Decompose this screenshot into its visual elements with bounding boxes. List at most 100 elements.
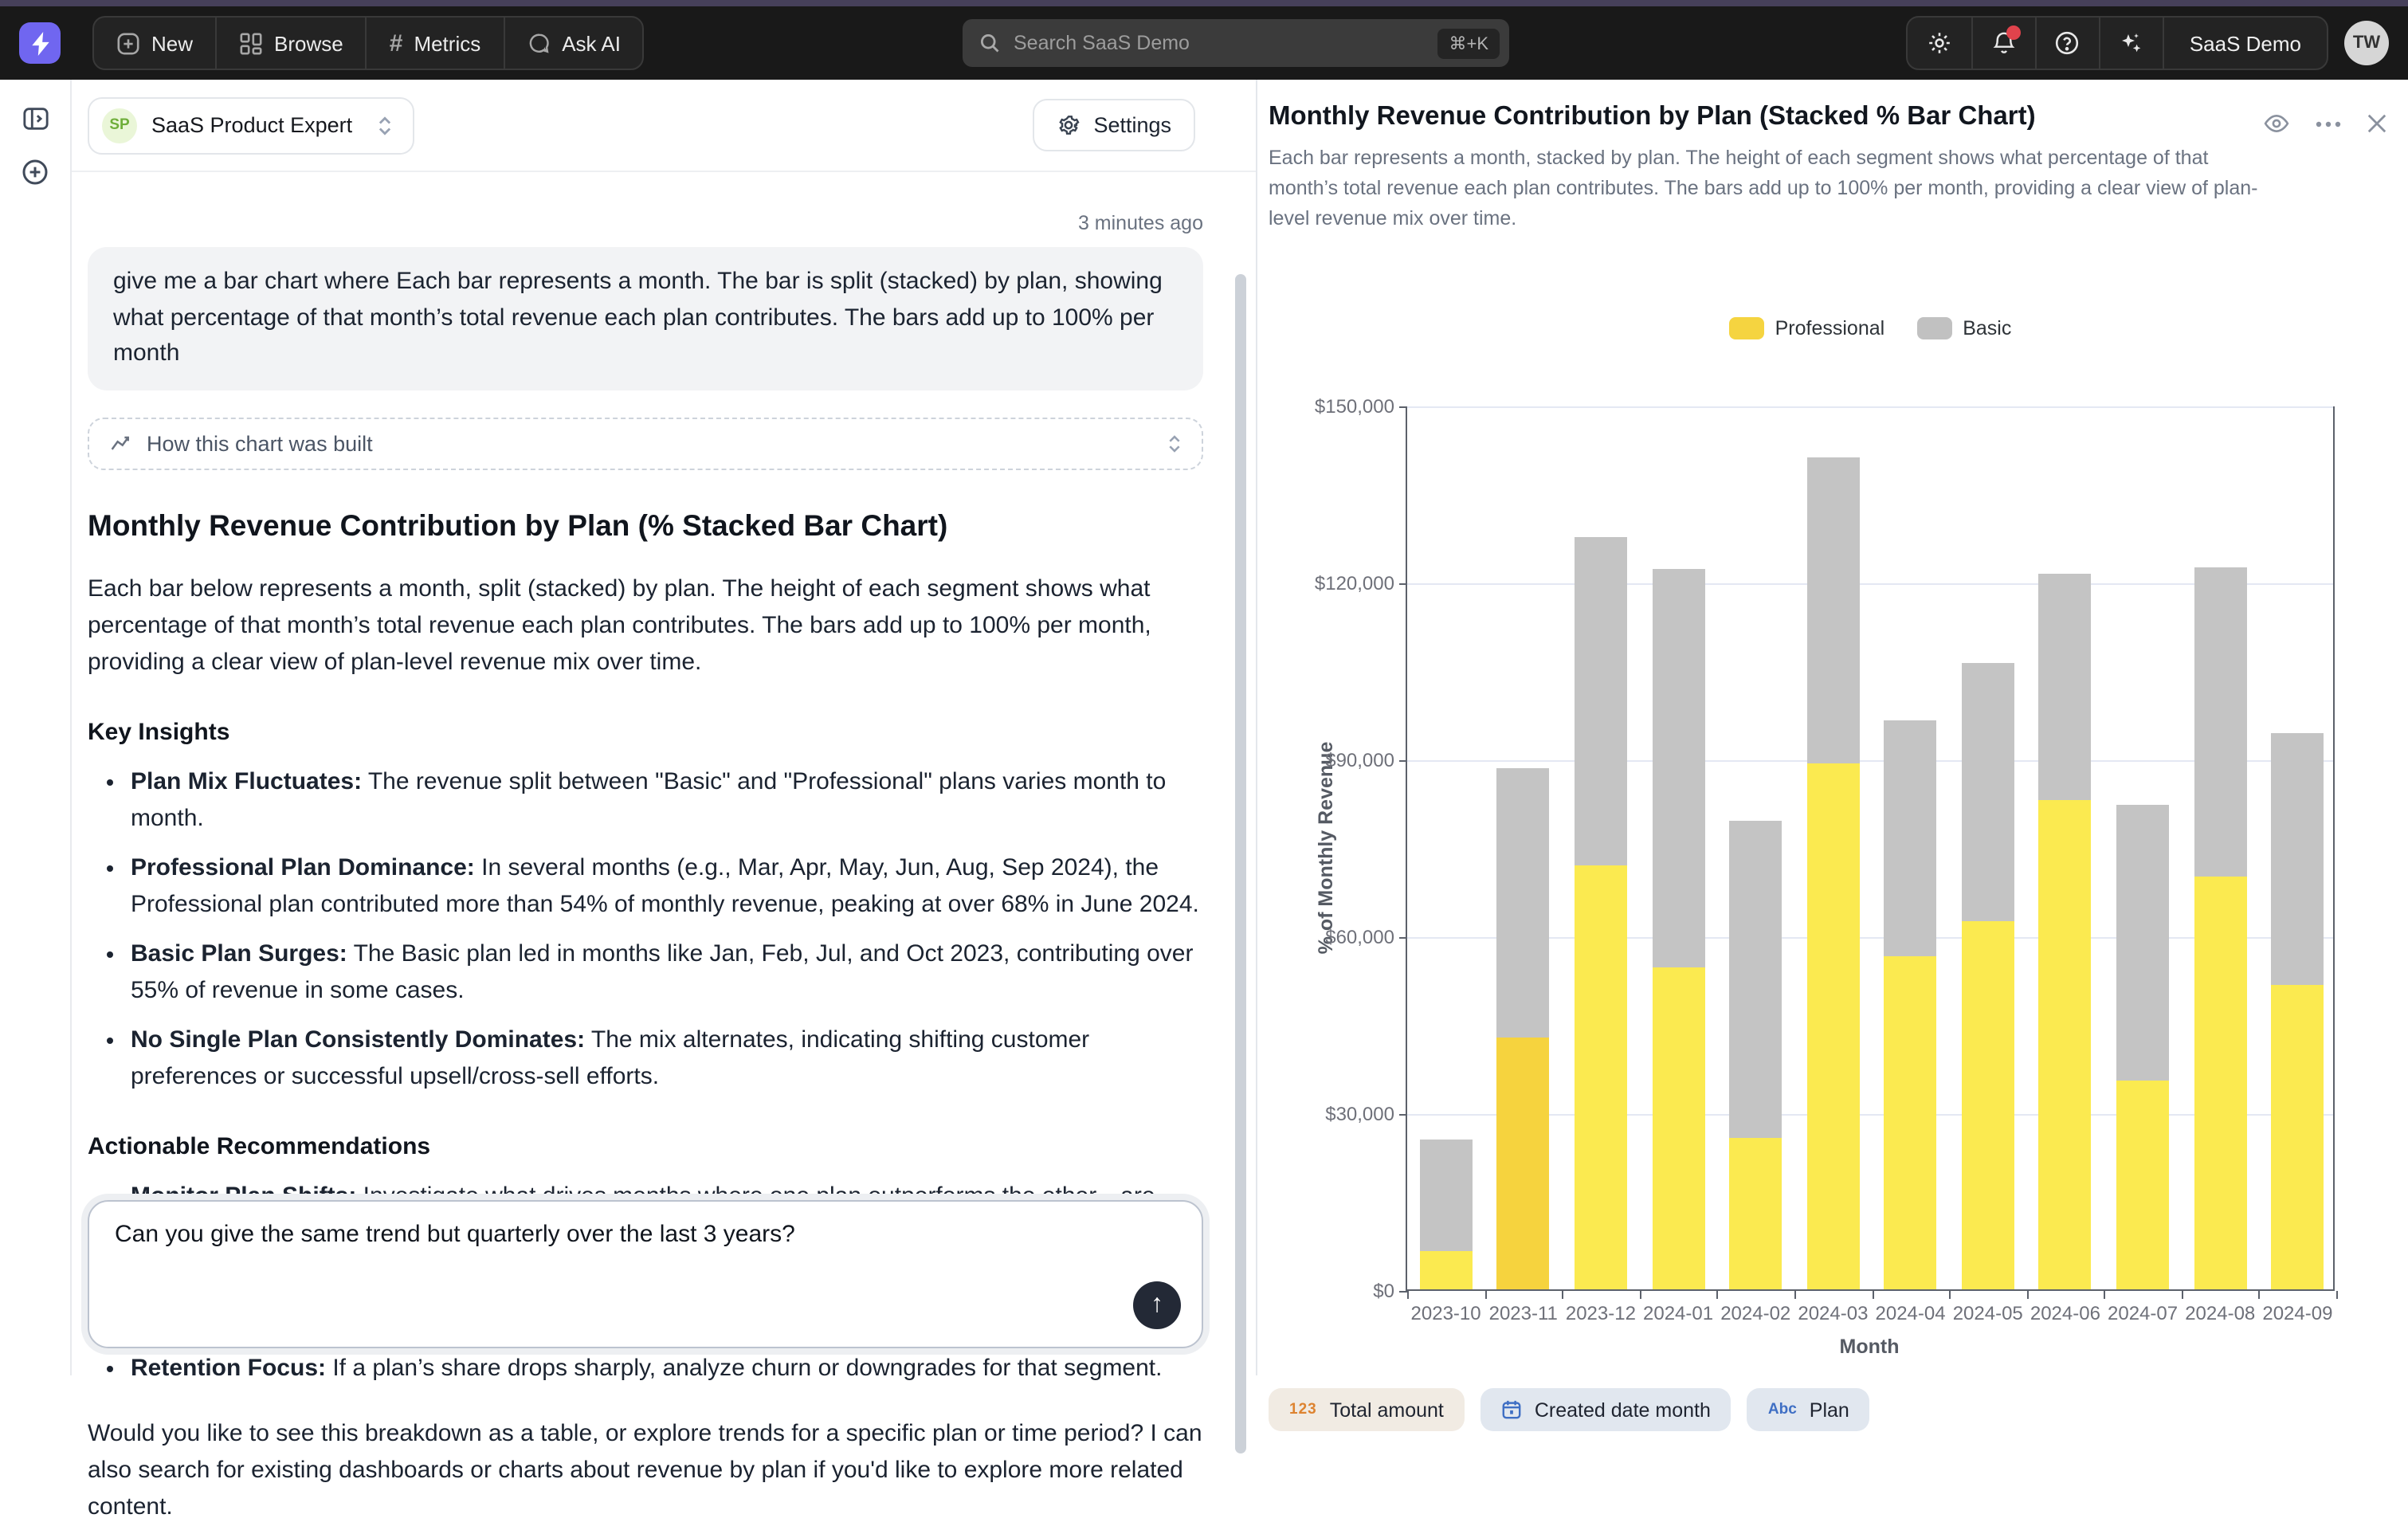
stacked-bar-2024-08[interactable] <box>2194 567 2246 1289</box>
bar-segment-basic[interactable] <box>2271 732 2324 985</box>
legend-label: Basic <box>1963 317 2011 339</box>
bar-segment-professional[interactable] <box>1884 956 1937 1289</box>
nav-browse-button[interactable]: Browse <box>215 18 366 69</box>
nav-metrics-button[interactable]: # Metrics <box>366 18 503 69</box>
workspace-label: SaaS Demo <box>2190 31 2301 55</box>
bar-segment-professional[interactable] <box>2116 1080 2169 1289</box>
search-placeholder: Search SaaS Demo <box>1014 32 1437 54</box>
bar-segment-professional[interactable] <box>1962 921 2014 1289</box>
x-axis-tick <box>1484 1291 1486 1299</box>
stacked-bar-2024-05[interactable] <box>1962 662 2014 1289</box>
assistant-response: Monthly Revenue Contribution by Plan (% … <box>88 508 1203 1526</box>
chart-line-icon <box>110 432 132 454</box>
sidebar-toggle-icon[interactable] <box>22 105 49 132</box>
bar-segment-basic[interactable] <box>1806 457 1859 763</box>
sparkles-icon <box>2119 30 2144 56</box>
stacked-bar-2023-10[interactable] <box>1420 1140 1473 1289</box>
window-top-strip <box>0 0 2408 6</box>
ai-sparkles-button[interactable] <box>2099 18 2163 69</box>
field-tag-total-amount[interactable]: 123 Total amount <box>1269 1388 1465 1431</box>
y-axis-tick-label: $90,000 <box>1257 749 1394 771</box>
bar-segment-professional[interactable] <box>1729 1139 1782 1289</box>
chat-scroll-area[interactable]: 3 minutes ago give me a bar chart where … <box>72 172 1256 1184</box>
bar-segment-basic[interactable] <box>2194 567 2246 877</box>
x-axis-title: Month <box>1840 1336 1900 1358</box>
settings-gear-button[interactable] <box>1908 18 1971 69</box>
how-chart-built-accordion[interactable]: How this chart was built <box>88 417 1203 469</box>
bar-segment-basic[interactable] <box>1497 767 1550 1038</box>
bar-segment-basic[interactable] <box>1884 720 1937 956</box>
y-axis-tick-label: $30,000 <box>1257 1103 1394 1125</box>
x-axis-tick <box>1872 1291 1873 1299</box>
y-axis-title: % of Monthly Revenue <box>1315 742 1337 955</box>
plot-area: 2023-102023-112023-122024-012024-022024-… <box>1406 406 2335 1291</box>
legend-item[interactable]: Professional <box>1729 317 1885 339</box>
field-tag-created-date-month[interactable]: Created date month <box>1480 1388 1731 1431</box>
y-axis-tick-label: $120,000 <box>1257 572 1394 594</box>
x-axis-tick <box>1717 1291 1719 1299</box>
bar-segment-professional[interactable] <box>1575 865 1627 1289</box>
agent-settings-button[interactable]: Settings <box>1033 99 1195 151</box>
workspace-button[interactable]: SaaS Demo <box>2163 18 2327 69</box>
calendar-icon <box>1501 1399 1522 1420</box>
bar-segment-professional[interactable] <box>1497 1038 1550 1289</box>
chat-input-container: Can you give the same trend but quarterl… <box>72 1184 1256 1375</box>
stacked-bar-2023-11[interactable] <box>1497 767 1550 1289</box>
navbar-right-group: SaaS Demo <box>1906 16 2328 70</box>
y-axis-tick <box>1399 937 1407 939</box>
bar-segment-basic[interactable] <box>1420 1140 1473 1251</box>
bar-segment-basic[interactable] <box>1652 569 1704 967</box>
bar-segment-professional[interactable] <box>1420 1251 1473 1289</box>
list-item: No Single Plan Consistently Dominates: T… <box>131 1024 1203 1096</box>
bar-segment-basic[interactable] <box>1962 662 2014 920</box>
bar-segment-professional[interactable] <box>2039 799 2092 1289</box>
help-button[interactable] <box>2035 18 2099 69</box>
chat-input[interactable]: Can you give the same trend but quarterl… <box>88 1200 1203 1348</box>
close-icon[interactable] <box>2367 113 2387 134</box>
eye-icon[interactable] <box>2263 113 2290 134</box>
nav-new-label: New <box>151 31 193 55</box>
y-axis-tick <box>1399 406 1407 408</box>
bar-segment-professional[interactable] <box>2194 877 2246 1289</box>
x-axis-tick-label: 2024-09 <box>2241 1302 2353 1324</box>
legend-label: Professional <box>1775 317 1885 339</box>
bar-segment-basic[interactable] <box>2039 574 2092 799</box>
stacked-bar-2024-04[interactable] <box>1884 720 1937 1289</box>
stacked-bar-2024-03[interactable] <box>1806 457 1859 1289</box>
chat-scrollbar[interactable] <box>1235 274 1246 1453</box>
stacked-bar-2024-07[interactable] <box>2116 804 2169 1289</box>
plus-square-icon <box>116 31 140 55</box>
bar-segment-basic[interactable] <box>1729 821 1782 1138</box>
app-logo[interactable] <box>19 22 61 64</box>
chat-sparkle-icon <box>527 31 551 55</box>
user-avatar[interactable]: TW <box>2344 21 2389 65</box>
notifications-button[interactable] <box>1971 18 2035 69</box>
stacked-bar-2023-12[interactable] <box>1575 538 1627 1290</box>
stacked-bar-2024-06[interactable] <box>2039 574 2092 1289</box>
bar-segment-professional[interactable] <box>2271 986 2324 1289</box>
stacked-bar-2024-09[interactable] <box>2271 732 2324 1289</box>
chart-area: Professional Basic % of Monthly Revenue 2… <box>1257 159 2408 1375</box>
chevron-up-down-icon <box>376 114 394 136</box>
new-thread-icon[interactable] <box>21 158 49 186</box>
field-tag-label: Plan <box>1810 1399 1849 1421</box>
bar-segment-basic[interactable] <box>1575 538 1627 865</box>
nav-new-button[interactable]: New <box>94 18 215 69</box>
stacked-bar-2024-02[interactable] <box>1729 821 1782 1289</box>
send-button[interactable]: ↑ <box>1133 1281 1181 1329</box>
agent-selector[interactable]: SP SaaS Product Expert <box>88 96 414 154</box>
bar-segment-professional[interactable] <box>1806 763 1859 1289</box>
main-layout: SP SaaS Product Expert Settings 3 minute… <box>0 80 2408 1375</box>
field-tag-plan[interactable]: Abc Plan <box>1747 1388 1870 1431</box>
nav-askai-button[interactable]: Ask AI <box>503 18 643 69</box>
legend-item[interactable]: Basic <box>1916 317 2011 339</box>
more-options-icon[interactable] <box>2316 120 2341 127</box>
bar-segment-professional[interactable] <box>1652 967 1704 1289</box>
chart-title: Monthly Revenue Contribution by Plan (St… <box>1269 102 2265 132</box>
legend-swatch <box>1916 317 1951 339</box>
bar-segment-basic[interactable] <box>2116 804 2169 1080</box>
search-input[interactable]: Search SaaS Demo ⌘+K <box>963 19 1509 67</box>
stacked-bar-2024-01[interactable] <box>1652 569 1704 1289</box>
notification-dot <box>2006 25 2021 40</box>
x-axis-tick <box>2104 1291 2106 1299</box>
